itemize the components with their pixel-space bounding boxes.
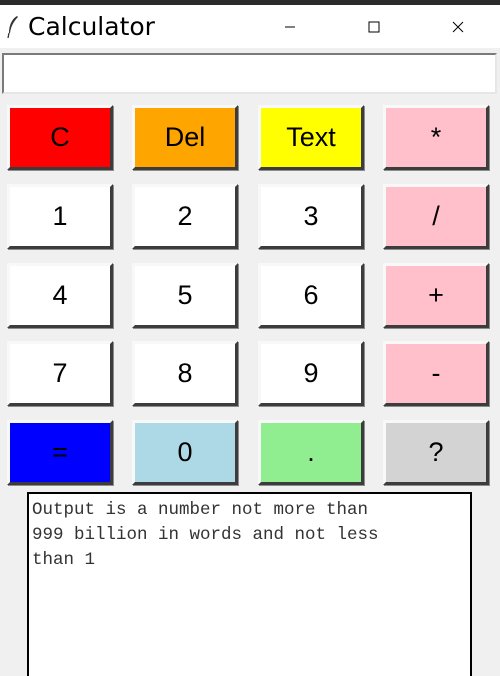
minimize-icon [285,26,295,27]
delete-button[interactable]: Del [132,105,238,170]
digit-0-button[interactable]: 0 [132,420,238,485]
text-button[interactable]: Text [258,105,364,170]
clear-button[interactable]: C [7,105,113,170]
equals-button[interactable]: = [7,420,113,485]
digit-9-button[interactable]: 9 [258,341,364,406]
digit-2-button[interactable]: 2 [132,184,238,249]
add-button[interactable]: + [383,263,489,328]
subtract-button[interactable]: - [383,341,489,406]
output-text-area[interactable]: Output is a number not more than 999 bil… [27,492,472,676]
digit-1-button[interactable]: 1 [7,184,113,249]
expression-input[interactable] [2,53,497,94]
maximize-icon [368,21,380,32]
digit-4-button[interactable]: 4 [7,263,113,328]
digit-7-button[interactable]: 7 [7,341,113,406]
digit-5-button[interactable]: 5 [132,263,238,328]
digit-3-button[interactable]: 3 [258,184,364,249]
close-icon [452,21,464,32]
title-bar[interactable]: Calculator [0,5,500,48]
feather-icon [6,15,20,39]
digit-6-button[interactable]: 6 [258,263,364,328]
help-button[interactable]: ? [383,420,489,485]
window-title: Calculator [28,12,155,41]
calculator-window: Calculator C Del Text * 1 2 3 / 4 5 6 + … [0,0,500,676]
digit-8-button[interactable]: 8 [132,341,238,406]
close-button[interactable] [416,5,500,48]
maximize-button[interactable] [332,5,416,48]
multiply-button[interactable]: * [383,105,489,170]
decimal-point-button[interactable]: . [258,420,364,485]
minimize-button[interactable] [248,5,332,48]
divide-button[interactable]: / [383,184,489,249]
